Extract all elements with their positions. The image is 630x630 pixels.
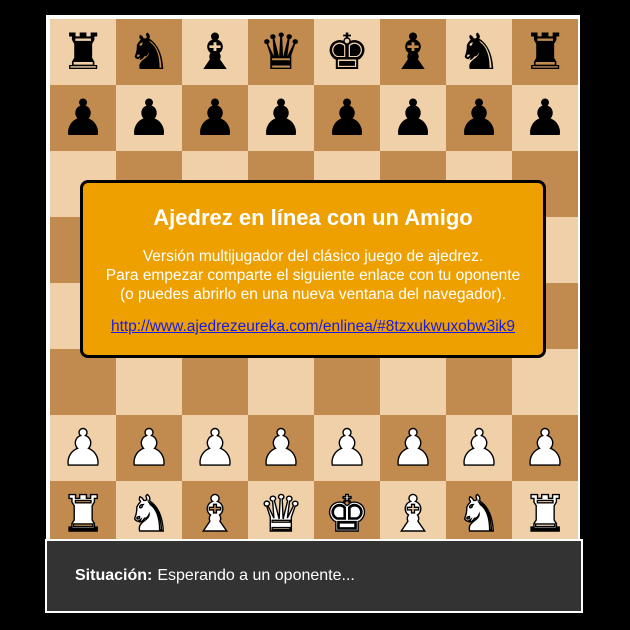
black-pawn-icon[interactable]: ♟ [61,93,106,143]
black-pawn-icon[interactable]: ♟ [325,93,370,143]
invite-dialog: Ajedrez en línea con un Amigo Versión mu… [80,180,546,358]
square-g1[interactable]: ♞ [446,481,512,547]
square-h1[interactable]: ♜ [512,481,578,547]
white-bishop-icon[interactable]: ♝ [390,488,436,539]
white-knight-icon[interactable]: ♞ [456,488,502,539]
black-rook-icon[interactable]: ♜ [523,27,568,77]
square-a7[interactable]: ♟ [50,85,116,151]
white-rook-icon[interactable]: ♜ [60,488,106,539]
black-knight-icon[interactable]: ♞ [457,27,502,77]
invite-link[interactable]: http://www.ajedrezeureka.com/enlinea/#8t… [111,318,515,336]
square-d7[interactable]: ♟ [248,85,314,151]
white-king-icon[interactable]: ♚ [324,488,370,539]
white-pawn-icon[interactable]: ♟ [522,422,568,473]
status-text: Esperando a un oponente... [157,567,355,584]
square-e3[interactable] [314,349,380,415]
dialog-title: Ajedrez en línea con un Amigo [153,205,473,230]
black-pawn-icon[interactable]: ♟ [523,93,568,143]
square-e2[interactable]: ♟ [314,415,380,481]
dialog-line-1: Versión multijugador del clásico juego d… [142,248,484,265]
black-queen-icon[interactable]: ♛ [259,27,304,77]
white-pawn-icon[interactable]: ♟ [258,422,304,473]
square-c1[interactable]: ♝ [182,481,248,547]
square-f3[interactable] [380,349,446,415]
square-h7[interactable]: ♟ [512,85,578,151]
black-pawn-icon[interactable]: ♟ [391,93,436,143]
dialog-line-3: (o puedes abrirlo en una nueva ventana d… [119,286,507,303]
dialog-line-2: Para empezar comparte el siguiente enlac… [105,267,521,284]
black-pawn-icon[interactable]: ♟ [259,93,304,143]
square-b1[interactable]: ♞ [116,481,182,547]
square-c3[interactable] [182,349,248,415]
square-g2[interactable]: ♟ [446,415,512,481]
square-e1[interactable]: ♚ [314,481,380,547]
square-b8[interactable]: ♞ [116,19,182,85]
black-pawn-icon[interactable]: ♟ [457,93,502,143]
square-c8[interactable]: ♝ [182,19,248,85]
white-queen-icon[interactable]: ♛ [258,488,304,539]
square-g8[interactable]: ♞ [446,19,512,85]
square-a8[interactable]: ♜ [50,19,116,85]
square-h3[interactable] [512,349,578,415]
square-c7[interactable]: ♟ [182,85,248,151]
status-bar: Situación: Esperando a un oponente... [45,539,583,613]
square-g7[interactable]: ♟ [446,85,512,151]
black-rook-icon[interactable]: ♜ [61,27,106,77]
square-a1[interactable]: ♜ [50,481,116,547]
white-pawn-icon[interactable]: ♟ [60,422,106,473]
black-pawn-icon[interactable]: ♟ [193,93,238,143]
white-pawn-icon[interactable]: ♟ [192,422,238,473]
square-b2[interactable]: ♟ [116,415,182,481]
black-king-icon[interactable]: ♚ [325,27,370,77]
square-d1[interactable]: ♛ [248,481,314,547]
white-bishop-icon[interactable]: ♝ [192,488,238,539]
square-d8[interactable]: ♛ [248,19,314,85]
square-h2[interactable]: ♟ [512,415,578,481]
square-f2[interactable]: ♟ [380,415,446,481]
white-knight-icon[interactable]: ♞ [126,488,172,539]
square-f8[interactable]: ♝ [380,19,446,85]
square-d2[interactable]: ♟ [248,415,314,481]
square-c2[interactable]: ♟ [182,415,248,481]
status-label: Situación: [75,567,153,584]
white-pawn-icon[interactable]: ♟ [126,422,172,473]
black-knight-icon[interactable]: ♞ [127,27,172,77]
square-d3[interactable] [248,349,314,415]
black-bishop-icon[interactable]: ♝ [193,27,238,77]
square-b3[interactable] [116,349,182,415]
white-pawn-icon[interactable]: ♟ [456,422,502,473]
black-pawn-icon[interactable]: ♟ [127,93,172,143]
square-a3[interactable] [50,349,116,415]
square-e8[interactable]: ♚ [314,19,380,85]
white-pawn-icon[interactable]: ♟ [390,422,436,473]
dialog-description: Versión multijugador del clásico juego d… [83,247,543,304]
square-b7[interactable]: ♟ [116,85,182,151]
square-f7[interactable]: ♟ [380,85,446,151]
white-rook-icon[interactable]: ♜ [522,488,568,539]
square-g3[interactable] [446,349,512,415]
square-e7[interactable]: ♟ [314,85,380,151]
square-f1[interactable]: ♝ [380,481,446,547]
white-pawn-icon[interactable]: ♟ [324,422,370,473]
square-h8[interactable]: ♜ [512,19,578,85]
square-a2[interactable]: ♟ [50,415,116,481]
black-bishop-icon[interactable]: ♝ [391,27,436,77]
